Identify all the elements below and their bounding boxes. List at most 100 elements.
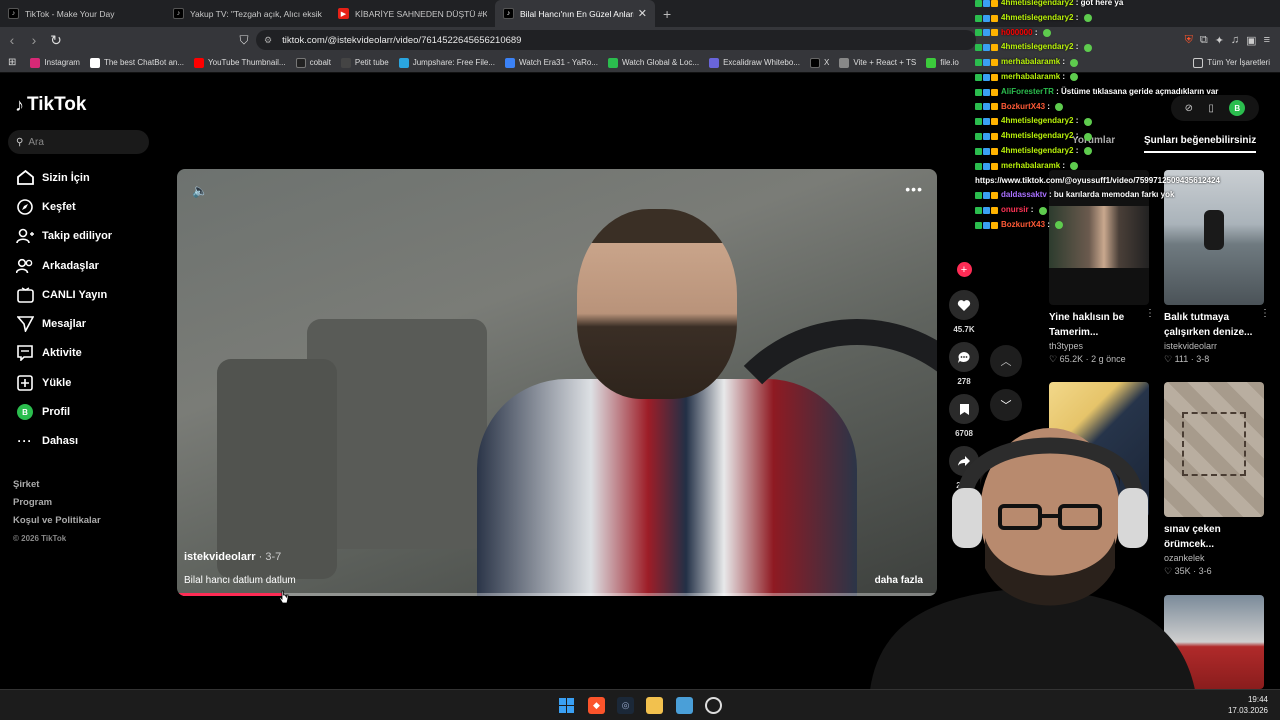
browser-tab-active[interactable]: ♪ Bilal Hancı'nın En Güzel Anları ve ✕ [495,0,655,27]
chat-badge-icon [983,29,990,37]
chat-username[interactable]: BozkurtX43 [1001,100,1045,115]
system-clock: 19:44 17.03.2026 [1228,694,1268,716]
bookmark-item[interactable]: Jumpshare: Free File... [398,57,495,68]
chat-username[interactable]: onursir [1001,203,1029,218]
new-tab-icon[interactable]: + [663,6,671,22]
chat-separator: : [1046,190,1054,200]
chat-username[interactable]: 4hmetislegendary2 [1001,129,1073,144]
sidebar-item-live[interactable]: CANLI Yayın [0,280,170,309]
chat-separator: : [1073,42,1081,52]
sidebar-label: Mesajlar [42,318,87,331]
forward-icon[interactable]: › [24,32,44,48]
chat-badge-icon [975,118,982,126]
follow-plus-icon[interactable]: + [956,262,972,277]
chat-badge-icon [983,207,990,215]
footer-terms-link[interactable]: Koşul ve Politikalar [13,512,101,530]
tiktok-logo[interactable]: ♪ TikTok [15,94,86,116]
sidebar-item-activity[interactable]: Aktivite [0,339,170,368]
live-icon [14,287,36,303]
comment-button[interactable]: 278 [949,342,979,386]
sidebar-item-for-you[interactable]: Sizin İçin [0,163,170,192]
chat-emote-icon [1055,102,1064,111]
sidebar-item-more[interactable]: ··· Dahası [0,427,170,456]
bookmark-item[interactable]: Instagram [30,57,80,68]
chat-badge-icon [983,88,990,96]
chat-username[interactable]: BozkurtX43 [1001,218,1045,233]
chat-separator: : [1060,57,1068,67]
compass-icon [14,199,36,215]
sidebar-label: Profil [42,406,71,419]
next-video-icon[interactable]: ﹀ [990,389,1022,421]
video-author[interactable]: istekvideolarr · 3-7 [184,551,281,563]
reload-icon[interactable]: ↻ [46,32,66,49]
card-more-icon[interactable]: ⋮ [1260,308,1270,319]
more-options-icon[interactable]: ••• [905,181,923,197]
volume-icon[interactable]: 🔈 [192,183,208,199]
chat-badge-icon [991,103,998,111]
tab-title: Yakup TV: "Tezgah açık, Alıcı eksik!" [190,8,322,19]
previous-video-icon[interactable]: ︿ [990,345,1022,377]
chat-username[interactable]: merhabalaramk [1001,159,1060,174]
windows-start-icon[interactable] [558,697,575,714]
sidebar-item-messages[interactable]: Mesajlar [0,309,170,338]
sidebar-item-friends[interactable]: Arkadaşlar [0,251,170,280]
steam-icon[interactable]: ◎ [617,697,634,714]
card-more-icon[interactable]: ⋮ [1145,308,1155,319]
bookmark-item[interactable]: Excalidraw Whitebo... [709,57,800,68]
footer-program-link[interactable]: Program [13,494,101,512]
remote-desktop-icon[interactable] [676,697,693,714]
sidebar-item-profile[interactable]: B Profil [0,397,170,426]
bookmark-icon[interactable]: ⛉ [234,33,254,48]
heart-outline-icon: ♡ [1164,354,1173,364]
chat-username[interactable]: merhabalaramk [1001,55,1060,70]
file-explorer-icon[interactable] [646,697,663,714]
browser-tab[interactable]: ♪ Yakup TV: "Tezgah açık, Alıcı eksik!" [165,0,330,27]
bookmark-item[interactable]: Watch Era31 - YaRo... [504,57,598,68]
bookmark-label: Petit tube [354,58,389,67]
chat-badge-icon [991,14,998,22]
heart-icon [949,290,979,320]
sidebar-item-explore[interactable]: Keşfet [0,192,170,221]
chat-badge-icon [983,103,990,111]
bookmark-item[interactable]: YouTube Thumbnail... [194,57,286,68]
chat-username[interactable]: AliForesterTR [1001,85,1054,100]
bookmark-item[interactable]: Watch Global & Loc... [607,57,699,68]
close-tab-icon[interactable]: ✕ [638,7,647,20]
bookmark-item[interactable]: Vite + React + TS [839,57,916,68]
chat-username[interactable]: 4hmetislegendary2 [1001,114,1073,129]
chat-username[interactable]: 4hmetislegendary2 [1001,0,1073,11]
video-player[interactable]: 🔈 ••• istekvideolarr · 3-7 Bilal hancı d… [177,169,937,596]
sidebar-item-upload[interactable]: Yükle [0,368,170,397]
post-date: · 3-7 [258,551,282,563]
apps-icon[interactable]: ⊞ [8,57,16,68]
chat-username[interactable]: merhabalaramk [1001,70,1060,85]
brave-browser-icon[interactable]: ◆ [588,697,605,714]
footer-company-link[interactable]: Şirket [13,476,101,494]
search-input[interactable]: ⚲ Ara [8,130,149,154]
like-button[interactable]: 45.7K [949,290,979,334]
back-icon[interactable]: ‹ [2,32,22,48]
chat-badge-icon [991,0,998,7]
address-bar[interactable]: ⚙ tiktok.com/@istekvideolarr/video/76145… [256,30,976,50]
chat-username[interactable]: 4hmetislegendary2 [1001,11,1073,26]
bookmark-item[interactable]: X [809,57,829,68]
video-progress-bar[interactable] [177,593,937,596]
bookmark-item[interactable]: Petit tube [340,57,389,68]
obs-icon[interactable] [705,697,722,714]
site-settings-icon[interactable]: ⚙ [264,35,272,46]
browser-tab[interactable]: ▶ KİBARİYE SAHNEDEN DÜŞTÜ #KİBAR [330,0,495,27]
card-age: 3-8 [1196,354,1210,364]
video-caption: Bilal hancı datlum datlum [184,575,296,586]
chat-badge-icon [975,207,982,215]
chat-username[interactable]: 4hmetislegendary2 [1001,144,1073,159]
bookmark-item[interactable]: The best ChatBot an... [89,57,184,68]
chat-username[interactable]: h000000 [1001,26,1033,41]
chat-username[interactable]: 4hmetislegendary2 [1001,40,1073,55]
chat-emote-icon [1055,221,1064,230]
chat-badges [975,221,998,229]
chat-username[interactable]: daldassaktv [1001,188,1047,203]
bookmark-item[interactable]: cobalt [295,57,331,68]
sidebar-item-following[interactable]: Takip ediliyor [0,222,170,251]
bookmark-item[interactable]: file.io [926,57,959,68]
browser-tab[interactable]: ♪ TikTok - Make Your Day [0,0,165,27]
